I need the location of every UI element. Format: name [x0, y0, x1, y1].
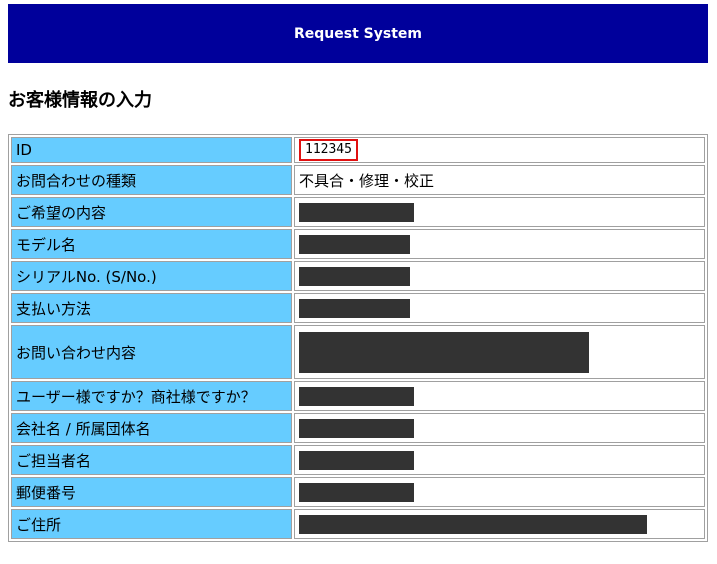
redacted-value: [299, 331, 589, 373]
field-label: 会社名 / 所属団体名: [11, 413, 292, 443]
redacted-value: [299, 482, 414, 502]
page-title: お客様情報の入力: [8, 90, 152, 111]
address-value: [294, 509, 705, 539]
field-label: シリアルNo. (S/No.): [11, 261, 292, 291]
redacted-value: [299, 202, 414, 222]
form-row-payment-method: 支払い方法: [11, 293, 705, 323]
form-row-id: ID 112345: [11, 137, 705, 163]
form-row-contact-name: ご担当者名: [11, 445, 705, 475]
user-type-value: [294, 381, 705, 411]
redacted-value: [299, 450, 414, 470]
serial-number-value: [294, 261, 705, 291]
form-row-inquiry-content: お問い合わせ内容: [11, 325, 705, 379]
customer-info-table: ID 112345 お問合わせの種類 不具合・修理・校正 ご希望の内容 モデル名…: [8, 134, 708, 542]
id-value: 112345: [299, 139, 358, 161]
model-name-value: [294, 229, 705, 259]
form-row-address: ご住所: [11, 509, 705, 539]
inquiry-type-value: 不具合・修理・校正: [294, 165, 705, 195]
redacted-value: [299, 298, 410, 318]
redacted-value: [299, 514, 647, 534]
form-row-company-name: 会社名 / 所属団体名: [11, 413, 705, 443]
field-label: ご希望の内容: [11, 197, 292, 227]
redacted-value: [299, 266, 410, 286]
redacted-value: [299, 386, 414, 406]
field-label: ユーザー様ですか？商社様ですか？: [11, 381, 292, 411]
contact-name-value: [294, 445, 705, 475]
payment-method-value: [294, 293, 705, 323]
form-row-model-name: モデル名: [11, 229, 705, 259]
field-label: 支払い方法: [11, 293, 292, 323]
app-header: Request System: [8, 4, 708, 63]
form-row-request-content: ご希望の内容: [11, 197, 705, 227]
field-label: お問合わせの種類: [11, 165, 292, 195]
postal-code-value: [294, 477, 705, 507]
request-content-value: [294, 197, 705, 227]
redacted-value: [299, 234, 410, 254]
field-label: ご住所: [11, 509, 292, 539]
field-label: ID: [11, 137, 292, 163]
redacted-value: [299, 418, 414, 438]
form-row-serial-number: シリアルNo. (S/No.): [11, 261, 705, 291]
form-row-user-type: ユーザー様ですか？商社様ですか？: [11, 381, 705, 411]
field-label: お問い合わせ内容: [11, 325, 292, 379]
company-name-value: [294, 413, 705, 443]
form-row-inquiry-type: お問合わせの種類 不具合・修理・校正: [11, 165, 705, 195]
field-label: ご担当者名: [11, 445, 292, 475]
field-label: モデル名: [11, 229, 292, 259]
app-title: Request System: [294, 25, 422, 42]
id-value-cell: 112345: [294, 137, 705, 163]
form-row-postal-code: 郵便番号: [11, 477, 705, 507]
field-label: 郵便番号: [11, 477, 292, 507]
inquiry-content-value: [294, 325, 705, 379]
